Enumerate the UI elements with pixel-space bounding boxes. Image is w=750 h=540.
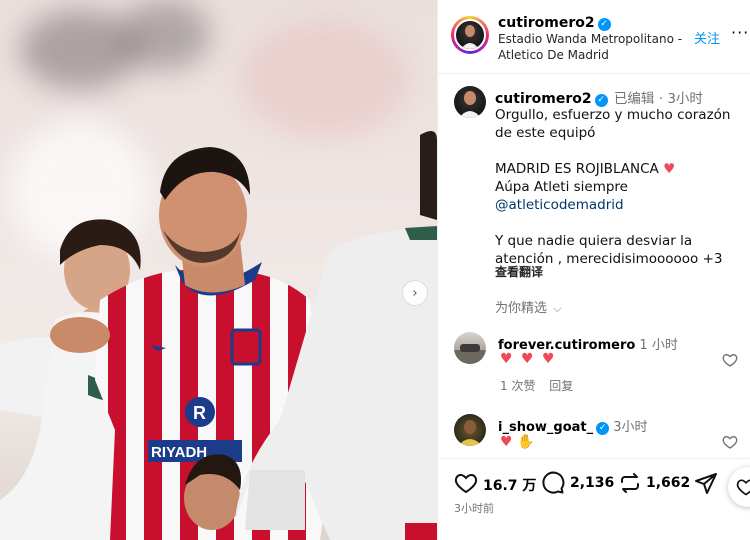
red-heart-icon: ♥ (663, 161, 676, 177)
header-username-row: cutiromero2 ✓ (498, 12, 611, 31)
comment-like-heart-icon[interactable] (722, 352, 738, 368)
sponsor-text: RIYADH (151, 444, 207, 461)
comment-username[interactable]: i_show_goat_ (498, 420, 593, 435)
chevron-right-icon: › (412, 285, 418, 301)
verified-badge-icon: ✓ (597, 18, 611, 31)
caption-line-text: MADRID ES ROJIBLANCA (495, 161, 659, 177)
follow-button[interactable]: 关注 (694, 28, 720, 47)
comment-avatar[interactable] (454, 414, 486, 446)
players-photo: R RIYADH (0, 131, 437, 540)
heart-icon (736, 479, 750, 496)
post-header: cutiromero2 ✓ Estadio Wanda Metropolitano… (438, 0, 750, 74)
caption-dot: · (658, 91, 664, 107)
red-heart-icon: ♥ (500, 351, 515, 367)
like-count[interactable]: 16.7 万 (483, 475, 536, 495)
caption-line: Y que nadie quiera desviar la (495, 233, 693, 249)
comment-header: i_show_goat_ ✓ 3小时 (498, 416, 648, 435)
raised-hands-icon: ✋ (517, 434, 535, 450)
caption-line: de este equipó (495, 125, 596, 141)
red-heart-icon: ♥ (521, 351, 536, 367)
like-heart-icon[interactable] (454, 471, 478, 495)
red-heart-icon: ♥ (542, 351, 557, 367)
red-heart-icon: ♥ (500, 434, 513, 450)
comment-count[interactable]: 2,136 (570, 475, 614, 491)
edited-label: 已编辑 (613, 91, 655, 107)
repost-icon[interactable] (618, 471, 642, 495)
location[interactable]: Estadio Wanda Metropolitano - Atletico D… (498, 31, 682, 63)
for-you-link[interactable]: 为你精选 ⌵ (495, 297, 562, 316)
comment-meta: 1 次赞 回复 (500, 377, 573, 394)
next-image-button[interactable]: › (402, 280, 428, 306)
comment-text: ♥ ✋ (500, 434, 534, 450)
chevron-down-icon: ⌵ (553, 302, 562, 315)
header-username[interactable]: cutiromero2 (498, 15, 595, 31)
caption-line (495, 214, 740, 232)
comment-like-heart-icon[interactable] (722, 434, 738, 450)
caption-avatar[interactable] (454, 86, 486, 118)
verified-badge-icon: ✓ (596, 422, 610, 435)
mention-link[interactable]: @atleticodemadrid (495, 196, 740, 214)
comment-time[interactable]: 1 小时 (639, 338, 677, 353)
location-line-2: Atletico De Madrid (498, 48, 609, 62)
post-panel: cutiromero2 ✓ Estadio Wanda Metropolitano… (437, 0, 750, 540)
share-send-icon[interactable] (694, 471, 718, 495)
caption-line: Orgullo, esfuerzo y mucho corazón (495, 107, 731, 123)
comment-avatar[interactable] (454, 332, 486, 364)
post-photo[interactable]: R RIYADH › (0, 0, 437, 540)
comment-time[interactable]: 3小时 (613, 420, 647, 435)
caption-time[interactable]: 3小时 (667, 91, 703, 107)
comment-likes[interactable]: 1 次赞 (500, 379, 535, 393)
comment-text: ♥ ♥ ♥ (500, 351, 557, 367)
reply-button[interactable]: 回复 (549, 379, 573, 393)
more-horizontal-icon[interactable]: ··· (731, 23, 749, 42)
repost-count[interactable]: 1,662 (646, 475, 690, 491)
caption-line (495, 142, 740, 160)
caption-username[interactable]: cutiromero2 (495, 91, 592, 107)
caption-line: Aúpa Atleti siempre (495, 179, 628, 195)
floating-heart-button[interactable] (728, 467, 750, 507)
for-you-label: 为你精选 (495, 301, 548, 316)
caption-text: Orgullo, esfuerzo y mucho corazón de est… (495, 106, 740, 268)
post-timestamp[interactable]: 3小时前 (454, 500, 494, 516)
caption-header: cutiromero2 ✓ 已编辑 · 3小时 (495, 87, 703, 107)
location-line-1: Estadio Wanda Metropolitano - (498, 32, 683, 46)
caption-line: MADRID ES ROJIBLANCA ♥ (495, 160, 740, 178)
see-translation-link[interactable]: 查看翻译 (495, 263, 543, 280)
avatar[interactable] (454, 19, 486, 51)
svg-text:R: R (193, 403, 206, 423)
comment-icon[interactable] (541, 471, 565, 495)
